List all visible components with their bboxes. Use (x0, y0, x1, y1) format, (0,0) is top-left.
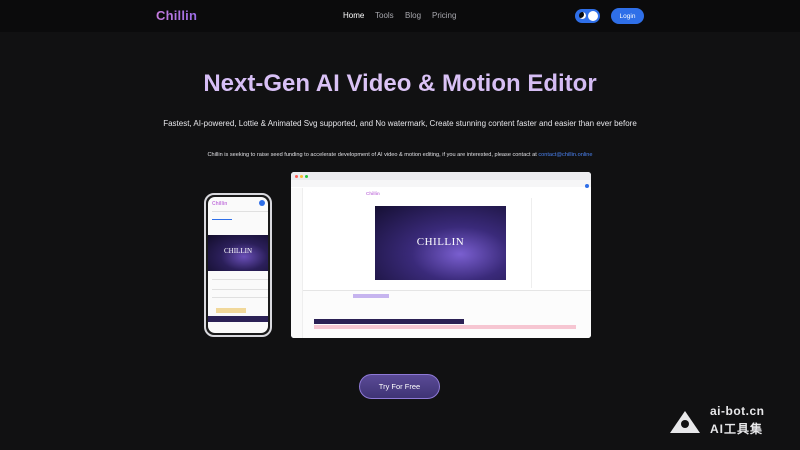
nav-home[interactable]: Home (343, 11, 364, 20)
nav-tools[interactable]: Tools (375, 11, 394, 20)
browser-url-bar (291, 180, 591, 187)
timeline-video-clip (314, 319, 464, 324)
minimize-dot-icon (300, 175, 303, 178)
phone-app-logo: Chillin (212, 201, 228, 207)
editor-timeline (303, 290, 591, 338)
funding-notice: Chillin is seeking to raise seed funding… (0, 152, 800, 158)
funding-notice-text: Chillin is seeking to raise seed funding… (207, 152, 539, 158)
nav-blog[interactable]: Blog (405, 11, 421, 20)
try-for-free-button[interactable]: Try For Free (359, 374, 440, 399)
editor-app-logo: Chillin (366, 191, 380, 196)
watermark: ai-bot.cn AI工具集 (668, 403, 788, 437)
top-navbar: Chillin Home Tools Blog Pricing Login (0, 0, 800, 32)
phone-screen: Chillin CHILLIN (208, 197, 268, 333)
login-button[interactable]: Login (611, 8, 644, 24)
maximize-dot-icon (305, 175, 308, 178)
phone-toggle (212, 219, 232, 220)
editor-tool-sidebar (291, 188, 303, 338)
chillin-logo[interactable]: Chillin (156, 8, 197, 23)
divider (212, 211, 268, 212)
watermark-domain: ai-bot.cn (710, 404, 765, 418)
nav-pricing[interactable]: Pricing (432, 11, 456, 20)
editor-video-text: CHILLIN (416, 236, 465, 248)
hero-subtitle: Fastest, AI-powered, Lottie & Animated S… (163, 119, 637, 128)
divider (212, 279, 268, 280)
desktop-editor-mockup: Chillin CHILLIN (291, 172, 591, 338)
contact-email-link[interactable]: contact@chillin.online (538, 152, 592, 158)
phone-video-text: CHILLIN (224, 247, 252, 255)
close-dot-icon (295, 175, 298, 178)
theme-toggle[interactable] (575, 9, 600, 23)
editor-avatar-icon (585, 184, 589, 188)
hero-title: Next-Gen AI Video & Motion Editor (0, 70, 800, 98)
toggle-knob (588, 11, 598, 21)
moon-icon (579, 12, 586, 19)
phone-avatar-icon (259, 200, 265, 206)
phone-mockup: Chillin CHILLIN (204, 193, 272, 337)
timeline-audio-clip (314, 325, 576, 329)
phone-timeline-clip (216, 308, 246, 313)
divider (212, 289, 268, 290)
watermark-logo-icon (670, 411, 700, 433)
phone-timeline-track (208, 316, 268, 322)
watermark-brand: AI工具集 (710, 422, 764, 436)
editor-properties-panel (531, 198, 587, 288)
timeline-label (353, 294, 389, 298)
browser-tab-bar (291, 172, 591, 180)
divider (212, 297, 268, 298)
